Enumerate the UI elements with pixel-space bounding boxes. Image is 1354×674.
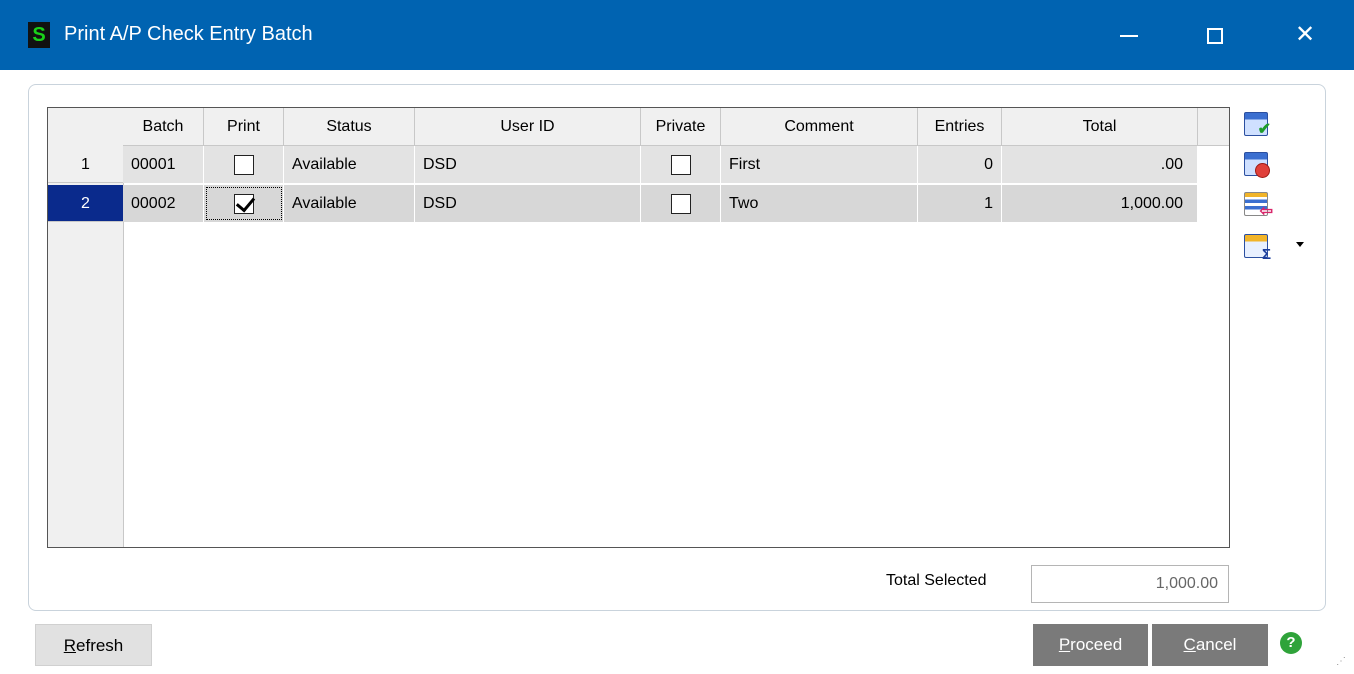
app-logo-icon: S	[28, 22, 50, 48]
title-bar: S Print A/P Check Entry Batch ✕	[0, 0, 1354, 70]
private-checkbox[interactable]	[670, 154, 691, 175]
col-header-print[interactable]: Print	[204, 108, 284, 146]
cell-print[interactable]	[204, 185, 284, 222]
cell-status[interactable]: Available	[284, 185, 415, 222]
proceed-button[interactable]: Proceed	[1033, 624, 1148, 666]
col-header-user-id[interactable]: User ID	[415, 108, 641, 146]
cell-batch[interactable]: 00002	[123, 185, 204, 222]
cancel-label: ancel	[1195, 635, 1237, 654]
close-button[interactable]: ✕	[1260, 0, 1350, 70]
proceed-label: roceed	[1070, 635, 1123, 654]
refresh-button[interactable]: Refresh	[35, 624, 152, 666]
cancel-button[interactable]: Cancel	[1152, 624, 1268, 666]
cell-entries[interactable]: 1	[918, 185, 1002, 222]
minimize-button[interactable]	[1084, 0, 1174, 70]
cell-comment[interactable]: First	[721, 146, 918, 183]
cell-batch[interactable]: 00001	[123, 146, 204, 183]
window-title: Print A/P Check Entry Batch	[64, 23, 313, 45]
select-all-icon[interactable]	[1244, 112, 1271, 139]
chevron-down-icon[interactable]	[1296, 242, 1304, 247]
col-header-status[interactable]: Status	[284, 108, 415, 146]
cell-private[interactable]	[641, 146, 721, 183]
maximize-button[interactable]	[1170, 0, 1260, 70]
clear-selection-icon[interactable]	[1244, 152, 1270, 178]
cell-user-id[interactable]: DSD	[415, 146, 641, 183]
cell-user-id[interactable]: DSD	[415, 185, 641, 222]
cell-entries[interactable]: 0	[918, 146, 1002, 183]
cancel-accelerator: C	[1183, 635, 1196, 654]
col-header-comment[interactable]: Comment	[721, 108, 918, 146]
private-checkbox[interactable]	[670, 193, 691, 214]
cell-print[interactable]	[204, 146, 284, 183]
total-selected-label: Total Selected	[886, 572, 987, 589]
header-filler	[1198, 108, 1229, 146]
cell-status[interactable]: Available	[284, 146, 415, 183]
col-header-entries[interactable]: Entries	[918, 108, 1002, 146]
print-checkbox[interactable]	[233, 154, 254, 175]
col-header-private[interactable]: Private	[641, 108, 721, 146]
cell-total[interactable]: 1,000.00	[1002, 185, 1198, 222]
print-checkbox-checked[interactable]	[233, 193, 254, 214]
cell-comment[interactable]: Two	[721, 185, 918, 222]
col-header-total[interactable]: Total	[1002, 108, 1198, 146]
col-header-batch[interactable]: Batch	[123, 108, 204, 146]
minimize-icon	[1120, 34, 1138, 37]
row-number-selected[interactable]: 2	[48, 185, 123, 222]
grid-totals-icon[interactable]	[1244, 234, 1271, 263]
batch-grid[interactable]: Batch Print Status User ID Private Comme…	[47, 107, 1230, 548]
cell-total[interactable]: .00	[1002, 146, 1198, 183]
row-number[interactable]: 1	[48, 146, 123, 183]
refresh-accelerator: R	[63, 636, 77, 655]
grid-export-icon[interactable]	[1244, 192, 1273, 221]
proceed-accelerator: P	[1058, 635, 1071, 654]
resize-grip-icon[interactable]: ⋰	[1336, 656, 1346, 667]
help-icon[interactable]: ?	[1280, 632, 1302, 654]
refresh-label: efresh	[76, 636, 124, 655]
maximize-icon	[1207, 27, 1223, 44]
total-selected-field: 1,000.00	[1031, 565, 1229, 603]
cell-private[interactable]	[641, 185, 721, 222]
